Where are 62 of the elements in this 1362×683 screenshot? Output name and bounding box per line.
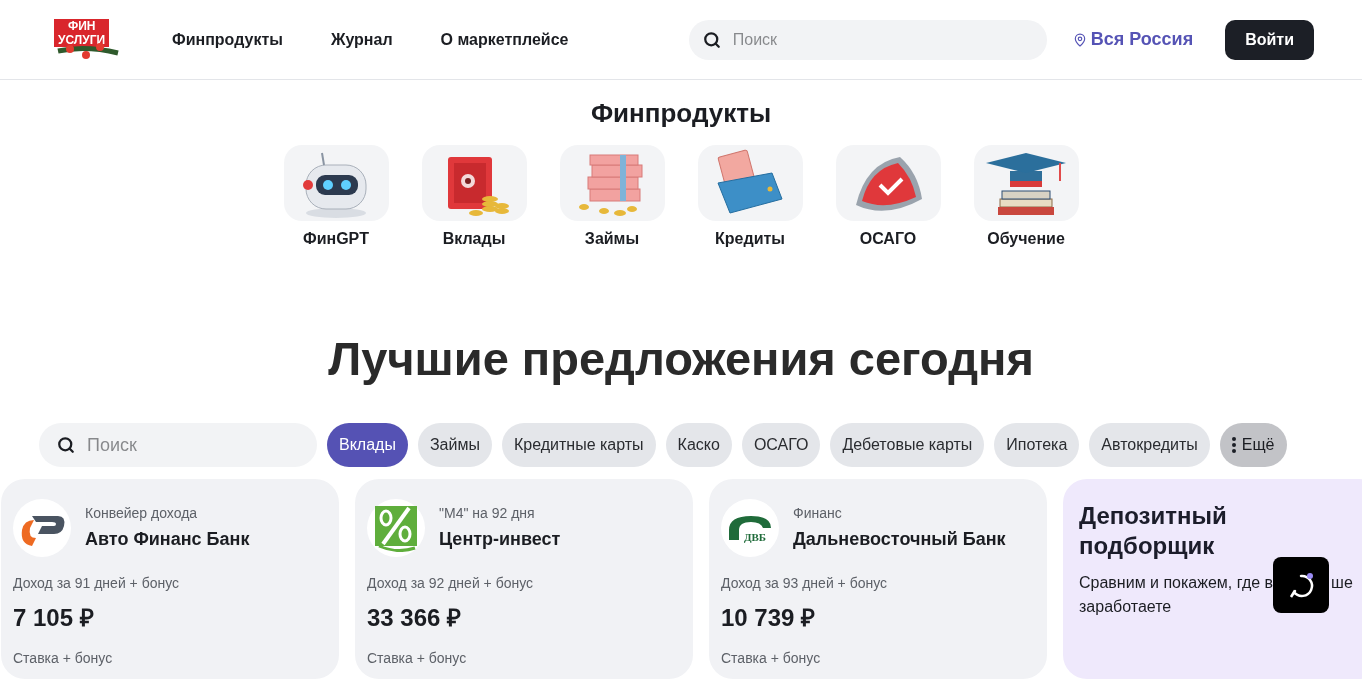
bank-name: Дальневосточный Банк (793, 528, 1006, 551)
income-label: Доход за 92 дней + бонус (367, 574, 535, 593)
search-field[interactable]: Поиск (688, 19, 1047, 60)
logo-text: УСЛУГИ (58, 32, 106, 47)
rate-label: Ставка + бонус (367, 649, 468, 668)
more-button[interactable]: Ещё (1219, 423, 1287, 467)
product-label: ОСАГО (859, 229, 917, 249)
offers-search-field[interactable]: Поиск (39, 423, 317, 467)
filter-chip[interactable]: Дебетовые карты (830, 423, 985, 467)
search-icon (57, 436, 75, 454)
bank-name: Авто Финанс Банк (85, 528, 250, 551)
promo-description: ше (1331, 573, 1353, 593)
product-label: Кредиты (715, 229, 785, 249)
product-label: ФинGPT (302, 229, 369, 249)
offer-card[interactable]: Конвейер дохода Авто Финанс Банк Доход за 91 дней + бонус 7 105 ₽ Ставка + бонус (1, 479, 339, 679)
product-label: Вклады (442, 229, 506, 249)
filter-chip[interactable]: Вклады (327, 423, 408, 467)
filter-chip[interactable]: Кредитные карты (501, 423, 656, 467)
chat-button[interactable] (1273, 557, 1329, 613)
region-link[interactable]: Вся Россия (1072, 26, 1194, 53)
location-pin-icon (1072, 32, 1087, 47)
promo-title: Депозитный подборщик (1079, 501, 1228, 561)
product-label: Займы (584, 229, 640, 249)
income-amount: 10 739 ₽ (721, 603, 817, 633)
product-tile[interactable]: ФинGPT (283, 145, 389, 251)
promo-card[interactable]: Депозитный подборщик Сравним и покажем, где в ше заработаете (1063, 479, 1362, 679)
logo-text: ДВБ (743, 531, 767, 543)
logo-text: ФИН (67, 18, 97, 33)
product-name: Конвейер дохода (85, 504, 199, 523)
product-name: Финанс (793, 504, 843, 523)
bank-name: Центр-инвест (439, 528, 561, 551)
offer-card[interactable]: "М4" на 92 дня Центр-инвест Доход за 92 дней + бонус 33 366 ₽ Ставка + бонус (355, 479, 693, 679)
income-amount: 33 366 ₽ (367, 603, 463, 633)
product-label: Обучение (987, 229, 1065, 249)
product-tile[interactable]: Вклады (421, 145, 527, 251)
promo-description: заработаете (1079, 597, 1172, 617)
filter-chip[interactable]: Каско (665, 423, 732, 467)
logo[interactable]: ФИН УСЛУГИ (48, 16, 120, 63)
search-icon (702, 30, 721, 49)
nav-link[interactable]: Журнал (330, 27, 393, 52)
section-title: Финпродукты (590, 97, 772, 130)
product-tile[interactable]: Обучение (973, 145, 1079, 251)
income-label: Доход за 93 дней + бонус (721, 574, 889, 593)
filter-chip[interactable]: Ипотека (994, 423, 1080, 467)
nav-link[interactable]: О маркетплейсе (440, 27, 569, 52)
income-label: Доход за 91 дней + бонус (13, 574, 181, 593)
filter-chip[interactable]: ОСАГО (741, 423, 821, 467)
offers-title: Лучшие предложения сегодня (327, 331, 1035, 387)
nav-link[interactable]: Финпродукты (172, 27, 283, 52)
promo-description: Сравним и покажем, где в (1079, 573, 1274, 593)
product-name: "М4" на 92 дня (439, 504, 536, 523)
filter-chip[interactable]: Автокредиты (1089, 423, 1210, 467)
rate-label: Ставка + бонус (721, 649, 822, 668)
login-button[interactable]: Войти (1225, 19, 1314, 60)
product-tile[interactable]: ОСАГО (835, 145, 941, 251)
filter-chip[interactable]: Займы (417, 423, 492, 467)
more-icon (1231, 437, 1236, 453)
product-tile[interactable]: Займы (559, 145, 665, 251)
income-amount: 7 105 ₽ (13, 603, 95, 633)
rate-label: Ставка + бонус (13, 649, 114, 668)
offer-card[interactable]: ДВБ Финанс Дальневосточный Банк Доход за 93 дней + бонус 10 739 ₽ Ставка + бонус (709, 479, 1047, 679)
product-tile[interactable]: Кредиты (697, 145, 803, 251)
